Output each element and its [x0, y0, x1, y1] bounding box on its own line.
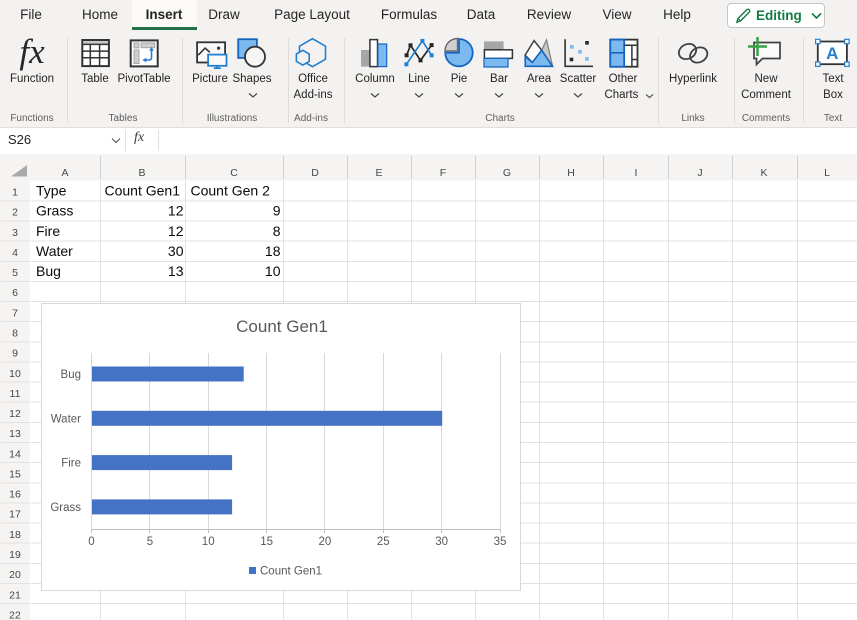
svg-text:Count Gen1: Count Gen1	[236, 317, 328, 336]
svg-text:G: G	[503, 167, 511, 179]
svg-text:5: 5	[12, 267, 18, 279]
svg-text:0: 0	[88, 536, 94, 548]
svg-text:18: 18	[265, 243, 281, 259]
svg-text:Grass: Grass	[50, 502, 81, 514]
svg-text:22: 22	[9, 609, 21, 620]
svg-text:fx: fx	[19, 32, 45, 71]
svg-text:A: A	[826, 44, 838, 63]
svg-text:35: 35	[494, 536, 507, 548]
svg-text:8: 8	[12, 328, 18, 340]
svg-text:1: 1	[12, 187, 18, 199]
svg-text:10: 10	[265, 263, 281, 279]
svg-text:12: 12	[168, 203, 184, 219]
svg-text:Grass: Grass	[36, 203, 73, 219]
svg-text:Fire: Fire	[36, 223, 60, 239]
svg-text:Bug: Bug	[36, 263, 61, 279]
svg-text:K: K	[760, 167, 767, 179]
svg-text:Type: Type	[36, 183, 67, 199]
svg-text:Count Gen 2: Count Gen 2	[191, 183, 271, 199]
svg-text:20: 20	[9, 569, 21, 581]
svg-text:9: 9	[12, 348, 18, 360]
svg-text:10: 10	[202, 536, 215, 548]
svg-text:14: 14	[9, 448, 21, 460]
svg-text:C: C	[230, 167, 238, 179]
svg-text:12: 12	[9, 408, 21, 420]
svg-text:H: H	[567, 167, 575, 179]
svg-text:Count Gen1: Count Gen1	[260, 566, 322, 578]
svg-text:Editing: Editing	[756, 8, 802, 23]
svg-text:13: 13	[168, 263, 184, 279]
svg-text:A: A	[61, 167, 68, 179]
svg-text:Bug: Bug	[61, 369, 81, 381]
svg-text:5: 5	[147, 536, 153, 548]
svg-text:19: 19	[9, 549, 21, 561]
svg-text:20: 20	[319, 536, 332, 548]
svg-text:Water: Water	[51, 413, 81, 425]
svg-text:3: 3	[12, 227, 18, 239]
svg-text:F: F	[440, 167, 446, 179]
svg-text:12: 12	[168, 223, 184, 239]
svg-text:30: 30	[168, 243, 184, 259]
svg-text:13: 13	[9, 428, 21, 440]
svg-text:25: 25	[377, 536, 390, 548]
svg-text:2: 2	[12, 207, 18, 219]
svg-text:L: L	[824, 167, 830, 179]
svg-text:15: 15	[9, 469, 21, 481]
svg-text:8: 8	[273, 223, 281, 239]
svg-text:4: 4	[12, 247, 18, 259]
svg-text:Fire: Fire	[61, 458, 81, 470]
svg-text:Count Gen1: Count Gen1	[105, 183, 181, 199]
svg-text:17: 17	[9, 509, 21, 521]
svg-text:E: E	[375, 167, 382, 179]
svg-text:18: 18	[9, 529, 21, 541]
svg-text:10: 10	[9, 368, 21, 380]
svg-text:I: I	[635, 167, 638, 179]
svg-text:6: 6	[12, 287, 18, 299]
svg-text:9: 9	[273, 203, 281, 219]
svg-text:B: B	[138, 167, 145, 179]
svg-text:15: 15	[260, 536, 273, 548]
svg-text:7: 7	[12, 307, 18, 319]
svg-text:16: 16	[9, 489, 21, 501]
svg-text:J: J	[697, 167, 702, 179]
svg-text:30: 30	[435, 536, 448, 548]
svg-text:21: 21	[9, 589, 21, 601]
svg-text:11: 11	[10, 388, 21, 400]
svg-text:Water: Water	[36, 243, 73, 259]
svg-text:D: D	[311, 167, 319, 179]
